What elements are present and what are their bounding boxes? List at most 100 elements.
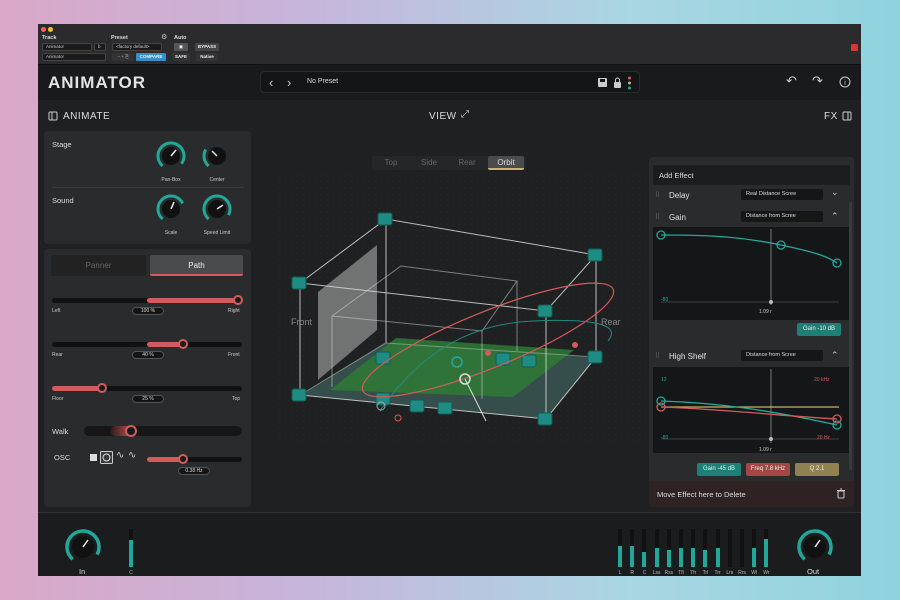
left-right-fill xyxy=(147,298,242,303)
redo-icon[interactable]: ↷ xyxy=(812,73,823,89)
preset-select[interactable]: <factory default> xyxy=(112,43,162,51)
svg-text:i: i xyxy=(844,80,846,87)
tab-panner[interactable]: Panner xyxy=(51,255,146,276)
left-right-thumb[interactable] xyxy=(233,295,243,305)
center-knob[interactable] xyxy=(202,141,232,171)
square-wave-icon[interactable] xyxy=(90,454,97,461)
next-preset-icon[interactable]: › xyxy=(287,75,291,90)
speed-limit-label: Speed Limit xyxy=(203,230,231,236)
channel-meter-trl xyxy=(703,529,708,567)
drag-handle-icon[interactable]: ⠿ xyxy=(655,213,660,221)
channel-meter-rss xyxy=(666,529,671,567)
chevron-up-icon[interactable]: ⌃ xyxy=(831,211,839,222)
undo-icon[interactable]: ↶ xyxy=(786,73,797,89)
slider-front-label: Front xyxy=(228,352,240,358)
high-shelf-title: High Shelf xyxy=(669,352,706,361)
sound-label: Sound xyxy=(52,196,74,205)
chevron-down-icon[interactable]: ⌄ xyxy=(831,187,839,198)
speed-limit-knob[interactable] xyxy=(202,194,232,224)
gain-source-select[interactable]: Distance from Scree xyxy=(741,211,823,222)
osc-rate-value[interactable]: 0.38 Hz xyxy=(178,467,210,475)
drag-handle-icon[interactable]: ⠿ xyxy=(655,352,660,360)
tab-rear-view[interactable]: Rear xyxy=(450,158,484,167)
close-window-button[interactable] xyxy=(41,27,46,32)
walk-toggle-thumb[interactable] xyxy=(125,425,137,437)
host-header: Track Preset ⚙ Auto Animator b <factory … xyxy=(38,24,861,65)
high-shelf-axis-min: -80 xyxy=(661,435,669,441)
walk-label: Walk xyxy=(52,427,69,436)
delay-source-select[interactable]: Real Distance Scree xyxy=(741,189,823,200)
high-shelf-axis-freq-max: 20 kHz xyxy=(814,377,830,383)
tab-path[interactable]: Path xyxy=(150,255,243,276)
drag-handle-icon[interactable]: ⠿ xyxy=(655,191,660,199)
osc-rate-thumb[interactable] xyxy=(178,454,188,464)
floor-top-thumb[interactable] xyxy=(97,383,107,393)
animate-panel-icon[interactable] xyxy=(48,111,58,121)
sine-wave-icon[interactable]: ∿ xyxy=(116,450,124,461)
channel-label: Rrs xyxy=(738,570,746,576)
slider-top-label: Top xyxy=(232,396,241,402)
channel-label: Wl xyxy=(751,570,758,576)
info-icon[interactable]: i xyxy=(839,76,851,88)
stage-panel: Stage Sound Pan-Box Center Scale Speed L… xyxy=(44,131,251,244)
trash-icon[interactable] xyxy=(836,488,846,499)
fx-panel-icon[interactable] xyxy=(842,111,852,121)
status-dots-icon xyxy=(628,76,631,90)
high-shelf-source-select[interactable]: Distance from Scree xyxy=(741,350,823,361)
left-right-value[interactable]: 100 % xyxy=(132,307,164,315)
tab-side-view[interactable]: Side xyxy=(412,158,446,167)
input-channel-label: C xyxy=(129,570,133,576)
walk-toggle-track[interactable] xyxy=(84,426,242,436)
pan-box-knob[interactable] xyxy=(156,141,186,171)
channel-meter-fill xyxy=(752,548,757,567)
fx-scrollbar[interactable] xyxy=(849,202,852,470)
io-bar: In C L R C Lss Rss Tfl Tfr Trl Trr Lrs Rrs Wl Wr Out xyxy=(38,512,861,576)
floor-top-value[interactable]: 25 % xyxy=(132,395,164,403)
high-shelf-q-badge[interactable]: Q 2.1 xyxy=(795,463,839,476)
expand-view-icon[interactable]: ⤢ xyxy=(461,109,469,120)
delay-title: Delay xyxy=(669,191,690,200)
bypass-button[interactable]: BYPASS xyxy=(195,43,219,51)
high-shelf-freq-badge[interactable]: Freq 7.8 kHz xyxy=(746,463,790,476)
triangle-wave-icon[interactable]: ∿ xyxy=(128,450,136,461)
random-wave-icon[interactable] xyxy=(100,451,113,464)
preset-nav-buttons[interactable]: − + ⎘ xyxy=(112,53,134,61)
channel-meter-trr xyxy=(715,529,720,567)
plugin-topbar: ANIMATOR ‹ › No Preset ↶ ↷ i xyxy=(38,65,861,100)
rear-front-thumb[interactable] xyxy=(178,339,188,349)
minimize-window-button[interactable] xyxy=(48,27,53,32)
insert-select[interactable]: Animator xyxy=(42,53,106,61)
input-gain-knob[interactable] xyxy=(65,529,101,565)
scale-knob[interactable] xyxy=(156,194,186,224)
channel-label: Rss xyxy=(664,570,674,576)
gain-curve-graph[interactable] xyxy=(653,227,850,320)
view-heading: VIEW xyxy=(429,111,457,122)
save-icon[interactable] xyxy=(597,77,608,88)
animate-heading: ANIMATE xyxy=(63,111,111,122)
track-b-select[interactable]: b xyxy=(94,43,106,51)
channel-label: Wr xyxy=(763,570,770,576)
preset-name[interactable]: No Preset xyxy=(307,78,338,85)
rear-front-value[interactable]: 40 % xyxy=(132,351,164,359)
track-select[interactable]: Animator xyxy=(42,43,92,51)
pan-box-label: Pan-Box xyxy=(161,177,181,183)
tab-top-view[interactable]: Top xyxy=(374,158,408,167)
auto-button[interactable]: ▣ xyxy=(174,43,188,51)
tab-orbit-view[interactable]: Orbit xyxy=(488,156,524,170)
channel-label: Tfl xyxy=(678,570,684,576)
preset-browser[interactable]: ‹ › No Preset xyxy=(260,71,640,93)
compare-button[interactable]: COMPARE xyxy=(136,53,166,61)
slider-rear-label: Rear xyxy=(52,352,63,358)
safe-button[interactable]: SAFE xyxy=(172,53,190,61)
orbit-3d-view[interactable] xyxy=(278,175,648,445)
chevron-up-icon[interactable]: ⌃ xyxy=(831,350,839,361)
output-gain-knob[interactable] xyxy=(797,529,833,565)
lock-icon[interactable] xyxy=(613,77,622,88)
divider xyxy=(52,187,244,188)
gain-value-badge[interactable]: Gain -10 dB xyxy=(797,323,841,336)
channel-label: Lss xyxy=(652,570,661,576)
high-shelf-gain-badge[interactable]: Gain -45 dB xyxy=(697,463,741,476)
channel-meter-tfr xyxy=(691,529,696,567)
previous-preset-icon[interactable]: ‹ xyxy=(269,75,273,90)
settings-icon[interactable]: ⚙ xyxy=(161,33,167,41)
